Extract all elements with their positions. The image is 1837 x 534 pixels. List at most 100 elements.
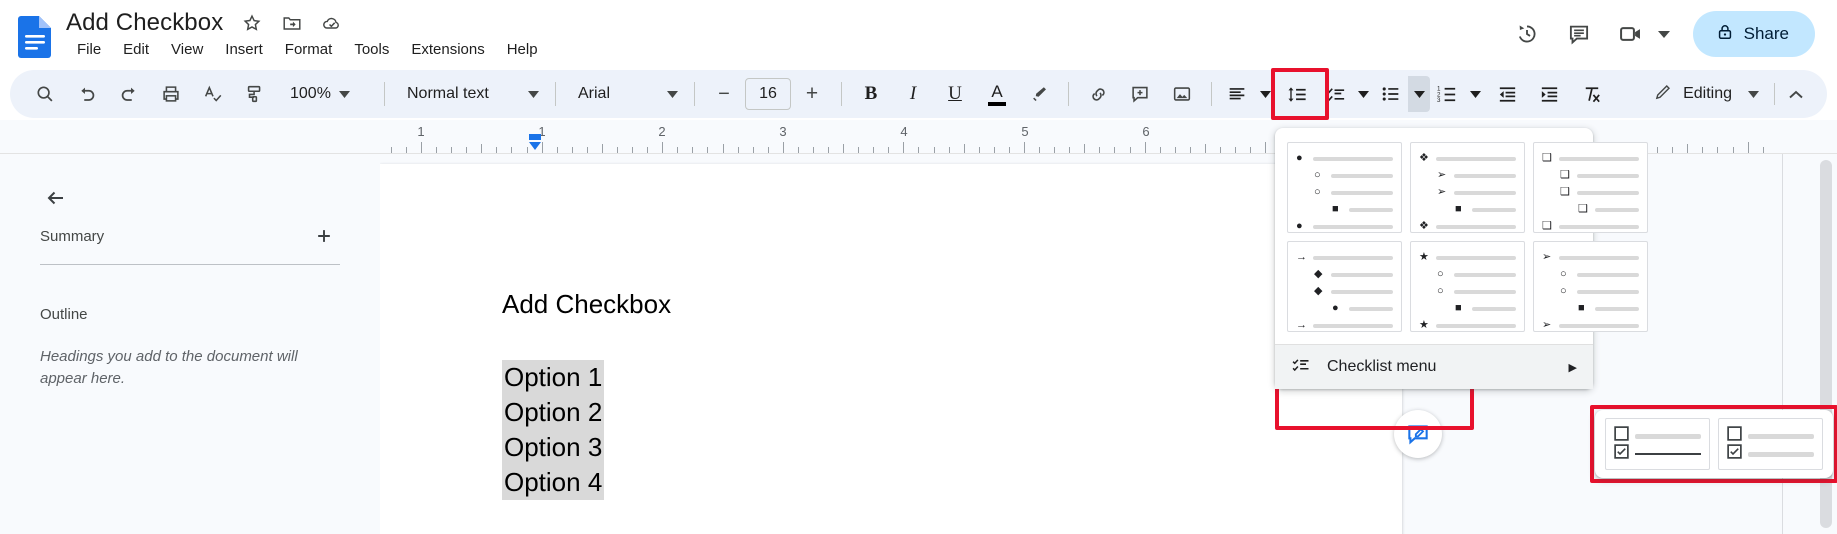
bullet-text-placeholder [1331, 289, 1393, 294]
menu-item-edit[interactable]: Edit [112, 39, 160, 60]
menu-item-tools[interactable]: Tools [343, 39, 400, 60]
document-title[interactable]: Add Checkbox [66, 9, 223, 37]
star-icon[interactable] [241, 12, 263, 34]
align-chevron-down-icon[interactable] [1254, 76, 1276, 112]
undo-icon[interactable] [69, 76, 105, 112]
decrease-font-size-button[interactable]: − [706, 76, 742, 112]
bullet-preset-star-circle-square[interactable]: ★ ○ ○ ■ ★ [1410, 241, 1525, 332]
checklist-with-strikethrough-option[interactable] [1605, 418, 1710, 470]
font-size-input[interactable]: 16 [745, 78, 791, 110]
ruler-tick [963, 144, 965, 153]
print-icon[interactable] [153, 76, 189, 112]
bullet-text-placeholder [1454, 289, 1516, 294]
bullet-text-placeholder [1454, 272, 1516, 277]
ruler-tick [873, 147, 875, 153]
menu-item-file[interactable]: File [66, 39, 112, 60]
menu-item-insert[interactable]: Insert [214, 39, 274, 60]
google-docs-logo[interactable] [16, 15, 54, 59]
highlight-color-button[interactable] [1021, 76, 1057, 112]
font-family-selector[interactable]: Arial [566, 76, 684, 112]
zoom-selector[interactable]: 100% [278, 76, 374, 112]
insert-image-icon[interactable] [1164, 76, 1200, 112]
bullet-preset-row: ● [1296, 150, 1393, 167]
share-button[interactable]: Share [1692, 11, 1815, 57]
ruler-tick [1024, 142, 1025, 153]
editing-mode-chevron-down-icon[interactable] [1742, 74, 1764, 114]
bullet-glyph-icon: ❖ [1419, 152, 1429, 164]
numbered-list-icon[interactable]: 1 2 3 [1430, 76, 1464, 112]
ruler-tick [1687, 144, 1689, 153]
increase-font-size-button[interactable]: + [794, 76, 830, 112]
paint-format-icon[interactable] [237, 76, 273, 112]
underline-button[interactable]: U [937, 76, 973, 112]
checklist-plain-option[interactable] [1718, 418, 1823, 470]
document-line[interactable]: Option 1 [502, 360, 605, 395]
bullet-glyph-icon: ❑ [1560, 169, 1570, 181]
document-line[interactable]: Option 3 [502, 430, 605, 465]
move-to-folder-icon[interactable] [281, 12, 303, 34]
back-arrow-icon[interactable] [36, 178, 76, 218]
spelling-check-icon[interactable] [195, 76, 231, 112]
bullet-preset-row: ❖ [1419, 218, 1516, 235]
pencil-icon [1653, 82, 1673, 107]
line-spacing-icon[interactable] [1279, 76, 1315, 112]
document-line[interactable]: Option 2 [502, 395, 605, 430]
comment-history-icon[interactable] [1557, 12, 1601, 56]
cloud-saved-icon[interactable] [321, 12, 343, 34]
add-comment-fab[interactable] [1394, 410, 1442, 458]
menu-item-format[interactable]: Format [274, 39, 344, 60]
decrease-indent-icon[interactable] [1489, 76, 1525, 112]
ruler-tick [1702, 147, 1704, 153]
left-indent-marker[interactable] [528, 134, 542, 152]
toolbar-wrapper: 100% Normal text Arial − 16 + B I U A 1 … [0, 68, 1837, 120]
bullet-glyph-icon: ➢ [1437, 186, 1447, 198]
bullet-preset-square-outline[interactable]: ❑ ❑ ❑ ❑ ❑ [1533, 142, 1648, 233]
bullet-preset-row: ◆ [1296, 283, 1393, 300]
ruler-tick [918, 147, 920, 153]
bullet-preset-disc-circle-square[interactable]: ● ○ ○ ■ ● [1287, 142, 1402, 233]
ruler-tick [933, 147, 935, 153]
bullet-preset-arrowhead-circle-square[interactable]: ➢ ○ ○ ■ ➢ [1533, 241, 1648, 332]
document-line[interactable]: Option 4 [502, 465, 605, 500]
menu-item-view[interactable]: View [160, 39, 214, 60]
bullet-text-placeholder [1313, 156, 1393, 161]
document-selected-lines[interactable]: Option 1 Option 2 Option 3 Option 4 [502, 360, 605, 500]
search-icon[interactable] [27, 76, 63, 112]
version-history-icon[interactable] [1505, 12, 1549, 56]
text-color-button[interactable]: A [979, 76, 1015, 112]
align-icon[interactable] [1220, 76, 1254, 112]
align-control [1220, 76, 1276, 112]
meet-chevron-down-icon[interactable] [1653, 14, 1675, 54]
bold-button[interactable]: B [853, 76, 889, 112]
google-meet-icon[interactable] [1609, 12, 1653, 56]
checklist-menu-item[interactable]: Checklist menu ▶ [1275, 345, 1593, 389]
checklist-icon[interactable] [1318, 76, 1352, 112]
italic-button[interactable]: I [895, 76, 931, 112]
ruler-tick [797, 147, 799, 153]
checklist-chevron-down-icon[interactable] [1352, 76, 1374, 112]
zoom-chevron-down-icon [338, 85, 350, 103]
hide-menus-chevron-up-icon[interactable] [1785, 74, 1807, 114]
bulleted-list-icon[interactable] [1374, 76, 1408, 112]
menu-item-help[interactable]: Help [496, 39, 549, 60]
redo-icon[interactable] [111, 76, 147, 112]
numbered-list-chevron-down-icon[interactable] [1464, 76, 1486, 112]
document-heading-text[interactable]: Add Checkbox [502, 289, 671, 320]
bulleted-list-chevron-down-icon[interactable] [1408, 76, 1430, 112]
plus-icon[interactable] [308, 220, 340, 252]
clear-formatting-icon[interactable] [1573, 76, 1609, 112]
placeholder-bar [1635, 433, 1701, 439]
bulleted-list-control [1374, 76, 1430, 112]
bullet-glyph-icon: ◆ [1314, 268, 1323, 280]
paragraph-style-selector[interactable]: Normal text [395, 76, 545, 112]
bullet-preset-arrow-diamond-disc[interactable]: → ◆ ◆ ● → [1287, 241, 1402, 332]
insert-link-icon[interactable] [1080, 76, 1116, 112]
ruler-tick [1235, 147, 1237, 153]
unchecked-checkbox-icon [1727, 426, 1742, 446]
menu-item-extensions[interactable]: Extensions [400, 39, 495, 60]
add-comment-icon[interactable] [1122, 76, 1158, 112]
checklist-icon [1291, 355, 1311, 380]
bullet-preset-diamond-arrow-square[interactable]: ❖ ➢ ➢ ■ ❖ [1410, 142, 1525, 233]
document-page[interactable]: Add Checkbox Option 1 Option 2 Option 3 … [380, 164, 1402, 534]
increase-indent-icon[interactable] [1531, 76, 1567, 112]
